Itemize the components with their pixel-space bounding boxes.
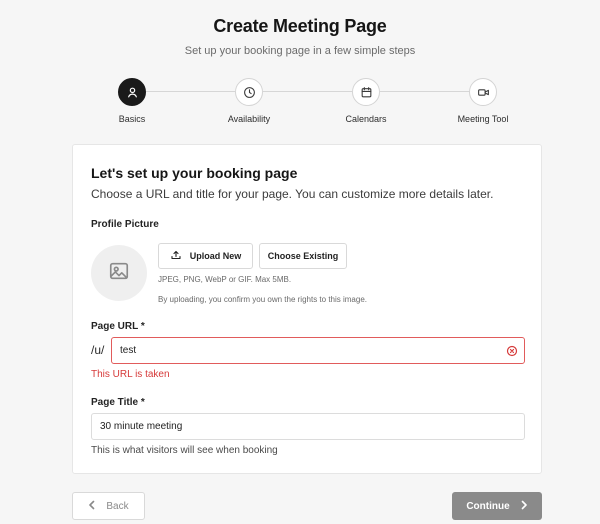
upload-icon bbox=[170, 249, 182, 263]
avatar-placeholder bbox=[91, 245, 147, 301]
profile-picture-label: Profile Picture bbox=[91, 219, 159, 230]
page-title-value: 30 minute meeting bbox=[100, 421, 183, 432]
setup-card: Let's set up your booking page Choose a … bbox=[72, 144, 542, 474]
step-progress: Basics Availability Calendars Meeting To… bbox=[0, 78, 600, 128]
page-url-label: Page URL * bbox=[91, 321, 145, 332]
clock-icon bbox=[235, 78, 263, 106]
page-title-helper: This is what visitors will see when book… bbox=[91, 445, 278, 456]
video-icon bbox=[469, 78, 497, 106]
step-basics[interactable]: Basics bbox=[82, 78, 182, 124]
formats-note: JPEG, PNG, WebP or GIF. Max 5MB. bbox=[158, 275, 292, 284]
choose-existing-button[interactable]: Choose Existing bbox=[259, 243, 347, 269]
step-label: Availability bbox=[227, 114, 271, 124]
page-header: Create Meeting Page Set up your booking … bbox=[0, 16, 600, 57]
continue-button[interactable]: Continue bbox=[452, 492, 542, 520]
step-label: Basics bbox=[118, 114, 146, 124]
url-error-message: This URL is taken bbox=[91, 369, 170, 380]
chevron-right-icon bbox=[520, 500, 528, 513]
back-label: Back bbox=[106, 500, 129, 512]
page-url-input[interactable]: test bbox=[111, 337, 525, 364]
page-title-label: Page Title * bbox=[91, 397, 145, 408]
step-meeting-tool[interactable]: Meeting Tool bbox=[433, 78, 533, 124]
clear-icon[interactable] bbox=[506, 345, 518, 357]
card-description: Choose a URL and title for your page. Yo… bbox=[91, 187, 494, 201]
choose-existing-label: Choose Existing bbox=[267, 251, 339, 261]
user-icon bbox=[118, 78, 146, 106]
rights-note: By uploading, you confirm you own the ri… bbox=[158, 295, 367, 304]
upload-new-button[interactable]: Upload New bbox=[158, 243, 253, 269]
page-url-value: test bbox=[120, 345, 137, 356]
step-label: Meeting Tool bbox=[457, 114, 509, 124]
step-label: Calendars bbox=[345, 114, 387, 124]
page-title: Create Meeting Page bbox=[213, 16, 387, 36]
calendar-icon bbox=[352, 78, 380, 106]
page-title-input[interactable]: 30 minute meeting bbox=[91, 413, 525, 440]
step-calendars[interactable]: Calendars bbox=[316, 78, 416, 124]
card-title: Let's set up your booking page bbox=[91, 165, 298, 181]
back-button[interactable]: Back bbox=[72, 492, 145, 520]
chevron-left-icon bbox=[88, 500, 96, 513]
upload-new-label: Upload New bbox=[189, 251, 242, 261]
url-prefix: /u/ bbox=[91, 343, 105, 357]
continue-label: Continue bbox=[466, 500, 510, 512]
image-icon bbox=[108, 260, 130, 287]
page-subtitle: Set up your booking page in a few simple… bbox=[184, 45, 416, 57]
step-availability[interactable]: Availability bbox=[199, 78, 299, 124]
